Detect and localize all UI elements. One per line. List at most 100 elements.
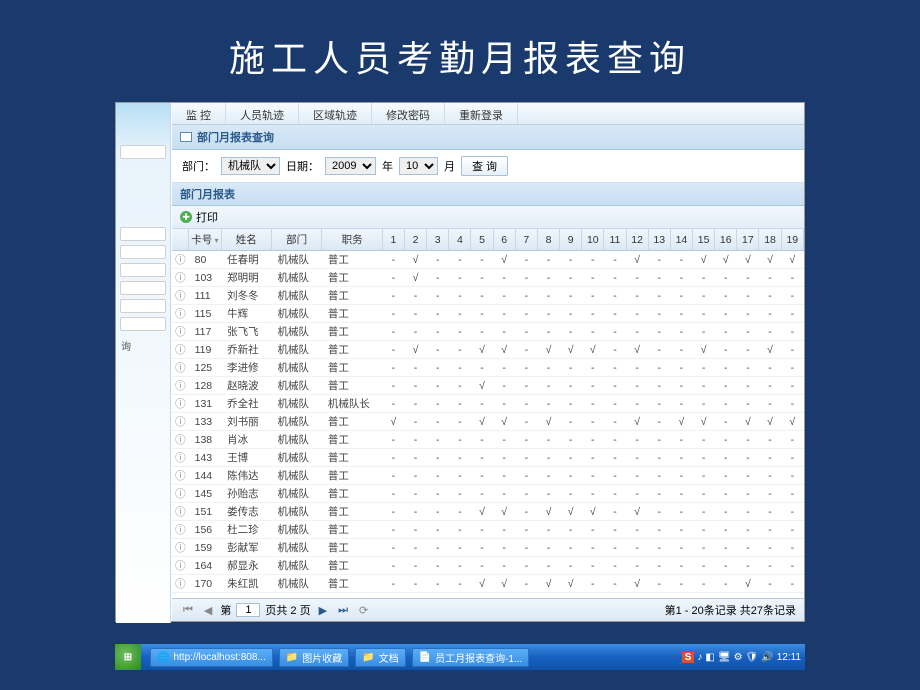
col-header[interactable]: 13	[648, 229, 670, 251]
tray-icon[interactable]: 🔊	[761, 652, 773, 663]
top-tab[interactable]: 区域轨迹	[299, 103, 372, 124]
col-header[interactable]: 8	[537, 229, 559, 251]
sidebar-item[interactable]	[120, 245, 166, 259]
row-action-icon[interactable]: ⓘ	[175, 416, 186, 428]
pager-next-icon[interactable]: ▶	[316, 604, 330, 617]
row-action-icon[interactable]: ⓘ	[175, 524, 186, 536]
table-row[interactable]: ⓘ128赵晓波机械队普工----√--------------	[172, 377, 804, 395]
tray-icon[interactable]: ⚙	[734, 652, 743, 663]
col-header[interactable]: 3	[427, 229, 449, 251]
col-header[interactable]: 5	[471, 229, 493, 251]
table-row[interactable]: ⓘ164郝显永机械队普工-------------------	[172, 557, 804, 575]
tray-icon[interactable]: ◧	[705, 652, 714, 663]
sidebar-blank[interactable]	[120, 145, 166, 159]
top-tab[interactable]: 人员轨迹	[226, 103, 299, 124]
row-action-icon[interactable]: ⓘ	[175, 326, 186, 338]
row-action-icon[interactable]: ⓘ	[175, 506, 186, 518]
col-header[interactable]: 19	[781, 229, 803, 251]
col-header[interactable]: 12	[626, 229, 648, 251]
pager-first-icon[interactable]: ⏮	[180, 604, 196, 617]
table-row[interactable]: ⓘ144陈伟达机械队普工-------------------	[172, 467, 804, 485]
table-row[interactable]: ⓘ159彭献军机械队普工-------------------	[172, 539, 804, 557]
row-action-icon[interactable]: ⓘ	[175, 272, 186, 284]
print-label[interactable]: 打印	[196, 209, 218, 225]
col-header[interactable]: 1	[382, 229, 404, 251]
col-header[interactable]: 卡号	[189, 229, 221, 251]
table-row[interactable]: ⓘ111刘冬冬机械队普工-------------------	[172, 287, 804, 305]
taskbar-item[interactable]: 📁图片收藏	[279, 648, 349, 667]
table-row[interactable]: ⓘ133刘书丽机械队普工√---√√-√---√-√√-√√√	[172, 413, 804, 431]
sidebar-item[interactable]	[120, 317, 166, 331]
row-action-icon[interactable]: ⓘ	[175, 560, 186, 572]
col-header[interactable]: 7	[515, 229, 537, 251]
print-icon[interactable]: ✚	[180, 211, 192, 223]
row-action-icon[interactable]: ⓘ	[175, 488, 186, 500]
table-row[interactable]: ⓘ117张飞飞机械队普工-------------------	[172, 323, 804, 341]
col-header[interactable]: 2	[404, 229, 426, 251]
month-select[interactable]: 10	[399, 157, 438, 175]
taskbar-item[interactable]: 🌐http://localhost:808...	[150, 648, 273, 667]
col-header[interactable]: 部门	[271, 229, 321, 251]
year-select[interactable]: 2009	[325, 157, 376, 175]
sidebar-item[interactable]	[120, 263, 166, 277]
table-row[interactable]: ⓘ103郑明明机械队普工-√-----------------	[172, 269, 804, 287]
tray-sogou-icon[interactable]: S	[682, 652, 695, 663]
col-header[interactable]: 9	[560, 229, 582, 251]
row-action-icon[interactable]: ⓘ	[175, 380, 186, 392]
col-header[interactable]: 6	[493, 229, 515, 251]
table-row[interactable]: ⓘ156杜二珍机械队普工-------------------	[172, 521, 804, 539]
table-row[interactable]: ⓘ125李进修机械队普工-------------------	[172, 359, 804, 377]
col-header[interactable]: 姓名	[221, 229, 271, 251]
col-header[interactable]: 11	[604, 229, 626, 251]
table-row[interactable]: ⓘ115牛辉机械队普工-------------------	[172, 305, 804, 323]
top-tab[interactable]: 重新登录	[445, 103, 518, 124]
col-header[interactable]: 17	[737, 229, 759, 251]
start-button[interactable]: ⊞	[115, 644, 141, 670]
tray-icon[interactable]: 🖥	[718, 652, 731, 663]
col-header[interactable]: 10	[582, 229, 604, 251]
row-action-icon[interactable]: ⓘ	[175, 578, 186, 590]
table-row[interactable]: ⓘ145孙贻志机械队普工-------------------	[172, 485, 804, 503]
row-action-icon[interactable]: ⓘ	[175, 434, 186, 446]
pager-refresh-icon[interactable]: ⟳	[356, 604, 371, 617]
row-action-icon[interactable]: ⓘ	[175, 344, 186, 356]
row-action-icon[interactable]: ⓘ	[175, 254, 186, 266]
taskbar-item[interactable]: 📁文档	[355, 648, 405, 667]
table-row[interactable]: ⓘ170朱红凯机械队普工----√√-√√--√----√--	[172, 575, 804, 593]
col-header[interactable]: 职务	[322, 229, 382, 251]
pager-prev-icon[interactable]: ◀	[201, 604, 215, 617]
row-action-icon[interactable]: ⓘ	[175, 470, 186, 482]
sidebar-item[interactable]	[120, 281, 166, 295]
grid-wrap[interactable]: 卡号姓名部门职务12345678910111213141516171819 ⓘ8…	[172, 229, 804, 598]
table-row[interactable]: ⓘ138肖冰机械队普工-------------------	[172, 431, 804, 449]
table-row[interactable]: ⓘ119乔新社机械队普工-√--√√-√√√-√--√--√-	[172, 341, 804, 359]
table-row[interactable]: ⓘ151娄传志机械队普工----√√-√√√-√-------	[172, 503, 804, 521]
col-header[interactable]	[172, 229, 189, 251]
sidebar-query-text[interactable]: 询	[116, 335, 170, 356]
sidebar-item[interactable]	[120, 299, 166, 313]
table-row[interactable]: ⓘ80任春明机械队普工-√---√-----√--√√√√√	[172, 251, 804, 269]
col-header[interactable]: 18	[759, 229, 781, 251]
sidebar-item[interactable]	[120, 227, 166, 241]
query-button[interactable]: 查 询	[461, 156, 508, 176]
taskbar-item[interactable]: 📄员工月报表查询-1...	[412, 648, 530, 667]
col-header[interactable]: 14	[670, 229, 692, 251]
col-header[interactable]: 15	[693, 229, 715, 251]
row-action-icon[interactable]: ⓘ	[175, 362, 186, 374]
clock[interactable]: 12:11	[777, 652, 801, 663]
pager-page-input[interactable]	[236, 603, 260, 617]
pager-last-icon[interactable]: ⏭	[335, 604, 351, 617]
tray-icon[interactable]: 🛡	[746, 652, 759, 663]
row-action-icon[interactable]: ⓘ	[175, 452, 186, 464]
top-tab[interactable]: 监 控	[172, 103, 226, 124]
table-row[interactable]: ⓘ143王博机械队普工-------------------	[172, 449, 804, 467]
tray-icon[interactable]: ♪	[697, 652, 702, 663]
col-header[interactable]: 4	[449, 229, 471, 251]
row-action-icon[interactable]: ⓘ	[175, 542, 186, 554]
row-action-icon[interactable]: ⓘ	[175, 398, 186, 410]
col-header[interactable]: 16	[715, 229, 737, 251]
dept-select[interactable]: 机械队	[221, 157, 280, 175]
table-row[interactable]: ⓘ131乔全社机械队机械队长-------------------	[172, 395, 804, 413]
row-action-icon[interactable]: ⓘ	[175, 308, 186, 320]
row-action-icon[interactable]: ⓘ	[175, 290, 186, 302]
